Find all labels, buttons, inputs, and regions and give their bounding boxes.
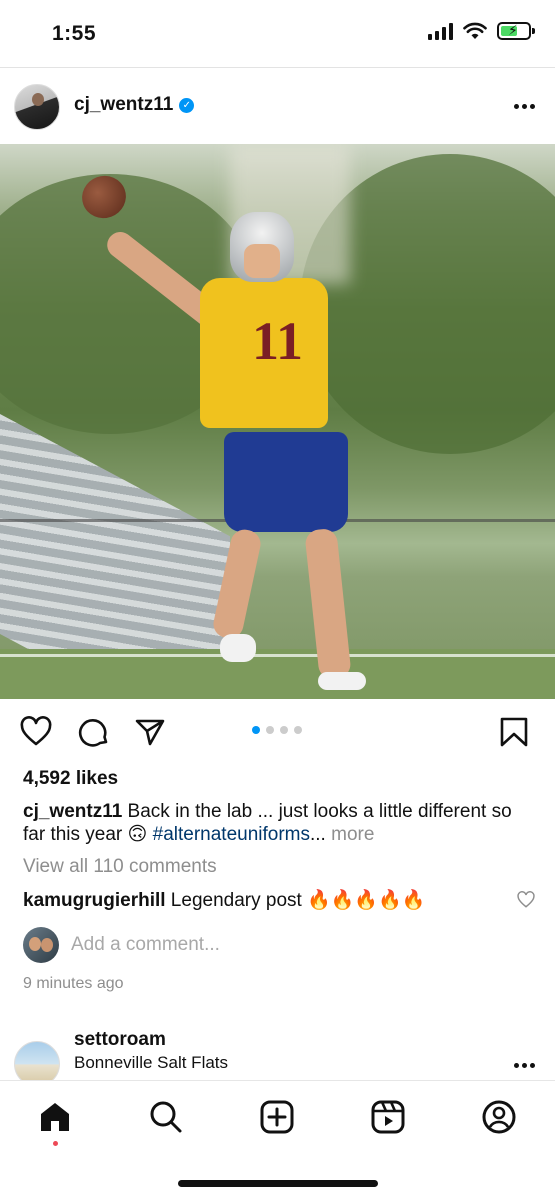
bookmark-icon[interactable] (498, 716, 530, 748)
comment-username[interactable]: kamugrugierhill (23, 890, 166, 911)
caption-ellipsis: ... (310, 824, 326, 845)
next-post-username[interactable]: settoroam (74, 1029, 166, 1051)
next-post-location[interactable]: Bonneville Salt Flats (74, 1053, 228, 1073)
carousel-dot (280, 726, 288, 734)
action-bar (0, 700, 555, 762)
comment-icon[interactable] (78, 716, 110, 748)
post-timestamp: 9 minutes ago (23, 975, 124, 992)
caption: cj_wentz11 Back in the lab ... just look… (23, 800, 533, 846)
caption-hashtag[interactable]: #alternateuniforms (153, 824, 310, 845)
post-username[interactable]: cj_wentz11 ✓ (74, 94, 195, 116)
comment-text: Legendary post 🔥🔥🔥🔥🔥 (165, 890, 426, 911)
verified-badge-icon: ✓ (179, 97, 195, 113)
signal-icon (428, 22, 453, 40)
caption-more-link[interactable]: more (326, 824, 374, 845)
jersey-number: 11 (252, 311, 304, 371)
status-bar: 1:55 ⚡ (0, 0, 555, 68)
status-icons: ⚡ (428, 22, 535, 40)
home-icon[interactable] (38, 1100, 72, 1134)
likes-count[interactable]: 4,592 likes (23, 768, 118, 790)
profile-icon[interactable] (482, 1100, 516, 1134)
post-header: cj_wentz11 ✓ (0, 68, 555, 144)
status-time: 1:55 (52, 22, 97, 45)
carousel-dot (294, 726, 302, 734)
top-comment: kamugrugierhill Legendary post 🔥🔥🔥🔥🔥 (23, 888, 425, 912)
view-all-comments-link[interactable]: View all 110 comments (23, 856, 217, 878)
username-text[interactable]: cj_wentz11 (74, 94, 173, 116)
heart-icon[interactable] (20, 716, 52, 748)
post-image[interactable]: 11 (0, 144, 555, 699)
wifi-icon (463, 22, 487, 39)
more-options-icon[interactable] (514, 104, 535, 109)
search-icon[interactable] (149, 1100, 183, 1134)
battery-charging-icon: ⚡ (497, 22, 535, 40)
create-icon[interactable] (260, 1100, 294, 1134)
add-comment-input[interactable]: Add a comment... (71, 934, 220, 956)
home-notification-dot (53, 1141, 58, 1146)
next-post-more-options-icon[interactable] (514, 1063, 535, 1068)
carousel-indicator (252, 726, 302, 734)
avatar[interactable] (14, 84, 60, 130)
comment-like-heart-icon[interactable] (517, 891, 535, 909)
share-icon[interactable] (134, 716, 166, 748)
home-indicator[interactable] (178, 1180, 378, 1187)
current-user-avatar (23, 927, 59, 963)
reels-icon[interactable] (371, 1100, 405, 1134)
carousel-dot (266, 726, 274, 734)
caption-username[interactable]: cj_wentz11 (23, 801, 122, 822)
carousel-dot-active (252, 726, 260, 734)
